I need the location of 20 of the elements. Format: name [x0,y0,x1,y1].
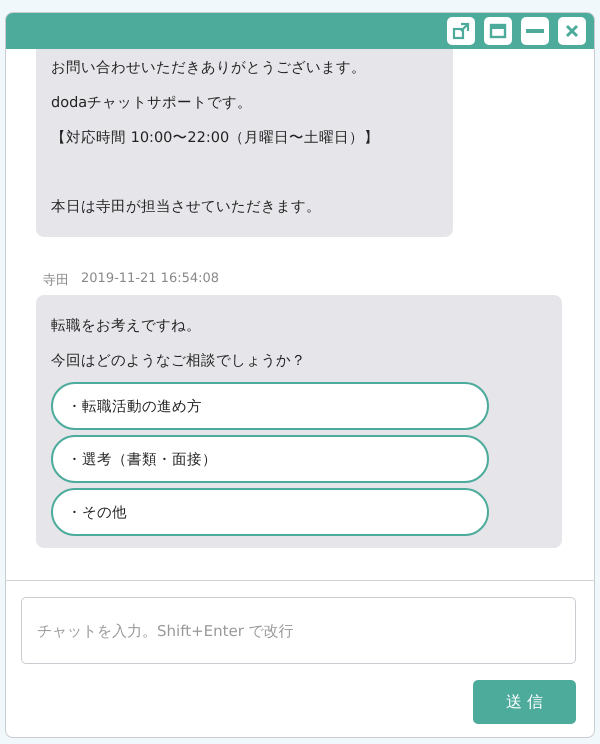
close-icon [565,24,579,38]
message-time: 2019-11-21 16:54:08 [81,271,220,288]
minimize-icon [526,29,544,33]
chat-input-field[interactable]: チャットを入力。Shift+Enter で改行 [21,597,576,664]
message-text: 【対応時間 10:00〜22:00（月曜日〜土曜日）】 [51,128,380,148]
maximize-button[interactable] [484,17,512,45]
message-text: お問い合わせいただきありがとうございます。 [51,59,367,78]
sender-name: 寺田 [43,272,69,289]
minimize-button[interactable] [521,17,549,45]
option-button[interactable]: ・その他 [51,488,489,536]
message-text: 今回はどのようなご相談でしょうか？ [51,352,307,371]
popout-button[interactable] [447,17,475,45]
window-icon [489,23,507,39]
message-text: 転職をお考えですね。 [51,317,202,336]
popout-icon [452,22,470,40]
option-button[interactable]: ・選考（書類・面接） [51,435,489,483]
message-text: dodaチャットサポートです。 [51,94,254,113]
option-button[interactable]: ・転職活動の進め方 [51,382,489,430]
message-text: 本日は寺田が担当させていただきます。 [51,198,322,217]
close-button[interactable] [558,17,586,45]
